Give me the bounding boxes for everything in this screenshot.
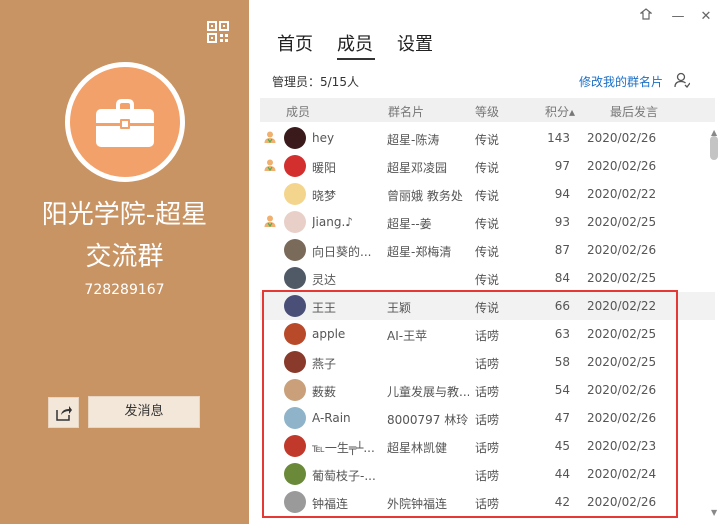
highlight-annotation	[262, 290, 678, 518]
member-score: 97	[554, 159, 570, 173]
member-score: 87	[554, 243, 570, 257]
last-speak-date: 2020/02/26	[587, 131, 657, 145]
member-level: 传说	[475, 189, 500, 203]
tab-settings[interactable]: 设置	[397, 30, 433, 56]
scrollbar[interactable]	[708, 124, 720, 520]
scroll-down-icon[interactable]: ▼	[711, 508, 717, 517]
last-speak-date: 2020/02/22	[587, 187, 657, 201]
group-card: 超星邓凌园	[387, 161, 448, 175]
close-icon[interactable]: ✕	[697, 8, 715, 26]
member-level: 传说	[475, 245, 500, 259]
group-name-line1: 阳光学院-超星	[41, 200, 208, 230]
tab-home[interactable]: 首页	[277, 30, 313, 56]
avatar[interactable]	[284, 211, 306, 233]
member-name: 灵达	[312, 273, 337, 287]
member-score: 84	[554, 271, 570, 285]
tab-members[interactable]: 成员	[337, 30, 373, 56]
briefcase-icon	[96, 99, 154, 147]
active-tab-indicator	[337, 58, 375, 60]
table-row[interactable]: hey 超星-陈涛 传说 143 2020/02/26	[260, 124, 715, 152]
group-name-line2: 交流群	[85, 242, 164, 272]
member-score: 143	[547, 131, 570, 145]
group-card: 超星--姜	[387, 217, 432, 231]
table-row[interactable]: 灵达 传说 84 2020/02/25	[260, 264, 715, 292]
member-name: Jiang.♪	[312, 215, 353, 229]
member-score: 94	[554, 187, 570, 201]
admin-user-icon	[264, 215, 276, 228]
avatar[interactable]	[284, 267, 306, 289]
table-row[interactable]: 晓梦 曾丽娥 教务处 传说 94 2020/02/22	[260, 180, 715, 208]
col-member[interactable]: 成员	[286, 103, 310, 120]
member-name: 暖阳	[312, 161, 337, 175]
col-score[interactable]: 积分▴	[545, 103, 575, 120]
avatar[interactable]	[284, 183, 306, 205]
avatar[interactable]	[284, 239, 306, 261]
table-row[interactable]: Jiang.♪ 超星--姜 传说 93 2020/02/25	[260, 208, 715, 236]
last-speak-date: 2020/02/26	[587, 243, 657, 257]
member-level: 传说	[475, 217, 500, 231]
table-row[interactable]: 向日葵的... 超星-郑梅清 传说 87 2020/02/26	[260, 236, 715, 264]
table-row[interactable]: 暖阳 超星邓凌园 传说 97 2020/02/26	[260, 152, 715, 180]
group-avatar[interactable]	[65, 62, 185, 182]
admin-user-icon	[264, 159, 276, 172]
member-name: 向日葵的...	[312, 245, 372, 259]
col-card[interactable]: 群名片	[388, 103, 424, 120]
edit-group-card-link[interactable]: 修改我的群名片	[579, 73, 663, 90]
group-card: 超星-陈涛	[387, 133, 440, 147]
last-speak-date: 2020/02/26	[587, 159, 657, 173]
share-button[interactable]	[48, 397, 79, 428]
member-name: hey	[312, 131, 335, 145]
member-score: 93	[554, 215, 570, 229]
avatar[interactable]	[284, 155, 306, 177]
member-level: 传说	[475, 161, 500, 175]
share-icon	[56, 406, 72, 421]
qr-code-icon[interactable]	[206, 20, 230, 44]
group-card: 超星-郑梅清	[387, 245, 452, 259]
scroll-thumb[interactable]	[710, 136, 718, 160]
last-speak-date: 2020/02/25	[587, 215, 657, 229]
group-card: 曾丽娥 教务处	[387, 189, 463, 203]
admin-count: 管理员：5/15人	[272, 75, 359, 89]
skin-icon[interactable]	[637, 8, 655, 26]
group-id: 728289167	[84, 282, 165, 298]
admin-user-icon	[264, 131, 276, 144]
member-level: 传说	[475, 133, 500, 147]
col-level[interactable]: 等级	[475, 103, 499, 120]
avatar[interactable]	[284, 127, 306, 149]
group-profile-panel: 阳光学院-超星 交流群 728289167 发消息	[0, 0, 249, 524]
member-level: 传说	[475, 273, 500, 287]
col-last-speak[interactable]: 最后发言	[610, 103, 658, 120]
member-name: 晓梦	[312, 189, 337, 203]
last-speak-date: 2020/02/25	[587, 271, 657, 285]
minimize-icon[interactable]: —	[669, 8, 687, 26]
member-table-header: 成员 群名片 等级 积分▴ 最后发言	[260, 98, 715, 122]
send-message-button[interactable]: 发消息	[88, 396, 200, 428]
member-profile-icon[interactable]	[674, 72, 690, 88]
